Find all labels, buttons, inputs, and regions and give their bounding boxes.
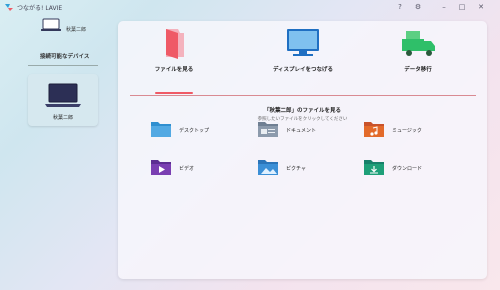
folder-downloads[interactable]: ダウンロード xyxy=(363,158,463,180)
truck-icon xyxy=(402,31,435,56)
pictures-folder-icon xyxy=(258,160,278,175)
maximize-icon[interactable]: □ xyxy=(456,1,468,13)
folder-label: ダウンロード xyxy=(392,166,423,172)
tab-data-transfer[interactable]: データ移行 xyxy=(368,27,468,75)
desktop-folder-icon xyxy=(151,122,171,137)
divider xyxy=(28,65,98,66)
folder-label: ドキュメント xyxy=(286,128,317,134)
device-card[interactable]: 秋葉二郎 xyxy=(28,74,98,126)
tab-label: ファイルを見る xyxy=(154,67,194,73)
tab-view-files[interactable]: ファイルを見る xyxy=(124,27,224,75)
minimize-icon[interactable]: – xyxy=(438,1,450,13)
device-label: 秋葉二郎 xyxy=(52,115,73,121)
help-icon[interactable]: ? xyxy=(394,1,406,13)
app-logo-icon xyxy=(5,4,13,11)
downloads-folder-icon xyxy=(364,160,384,175)
app-title: つながる! LAVIE xyxy=(17,5,63,12)
devices-title: 接続可能なデバイス xyxy=(40,54,90,60)
tab-divider xyxy=(130,95,476,96)
music-folder-icon xyxy=(364,122,384,137)
documents-folder-icon xyxy=(258,122,278,137)
active-tab-indicator xyxy=(155,92,193,94)
settings-icon[interactable]: ⚙ xyxy=(412,1,424,13)
tab-label: ディスプレイをつなげる xyxy=(272,67,334,73)
folder-music[interactable]: ミュージック xyxy=(363,120,463,142)
section-title: 「秋葉二郎」のファイルを見る xyxy=(263,108,341,114)
folder-pictures[interactable]: ピクチャ xyxy=(257,158,357,180)
folder-videos[interactable]: ビデオ xyxy=(150,158,250,180)
folder-open-icon xyxy=(166,29,184,59)
folder-label: ミュージック xyxy=(392,128,422,134)
laptop-icon xyxy=(45,83,81,107)
folder-label: ピクチャ xyxy=(286,166,306,172)
this-pc-label: 秋葉二郎 xyxy=(66,27,87,33)
folder-label: ビデオ xyxy=(179,166,195,172)
monitor-icon xyxy=(287,29,319,56)
folder-desktop[interactable]: デスクトップ xyxy=(150,120,250,142)
laptop-icon xyxy=(41,18,61,31)
folder-documents[interactable]: ドキュメント xyxy=(257,120,357,142)
close-icon[interactable]: ✕ xyxy=(475,1,487,13)
videos-folder-icon xyxy=(151,160,171,175)
tab-connect-display[interactable]: ディスプレイをつなげる xyxy=(253,27,353,75)
folder-label: デスクトップ xyxy=(179,128,210,134)
tab-label: データ移行 xyxy=(404,67,432,73)
main-panel: ファイルを見る ディスプレイをつなげる データ移行 「秋葉二郎」のファイルを見る… xyxy=(118,21,487,279)
title-bar: つながる! LAVIE ? ⚙ – □ ✕ xyxy=(0,0,500,16)
